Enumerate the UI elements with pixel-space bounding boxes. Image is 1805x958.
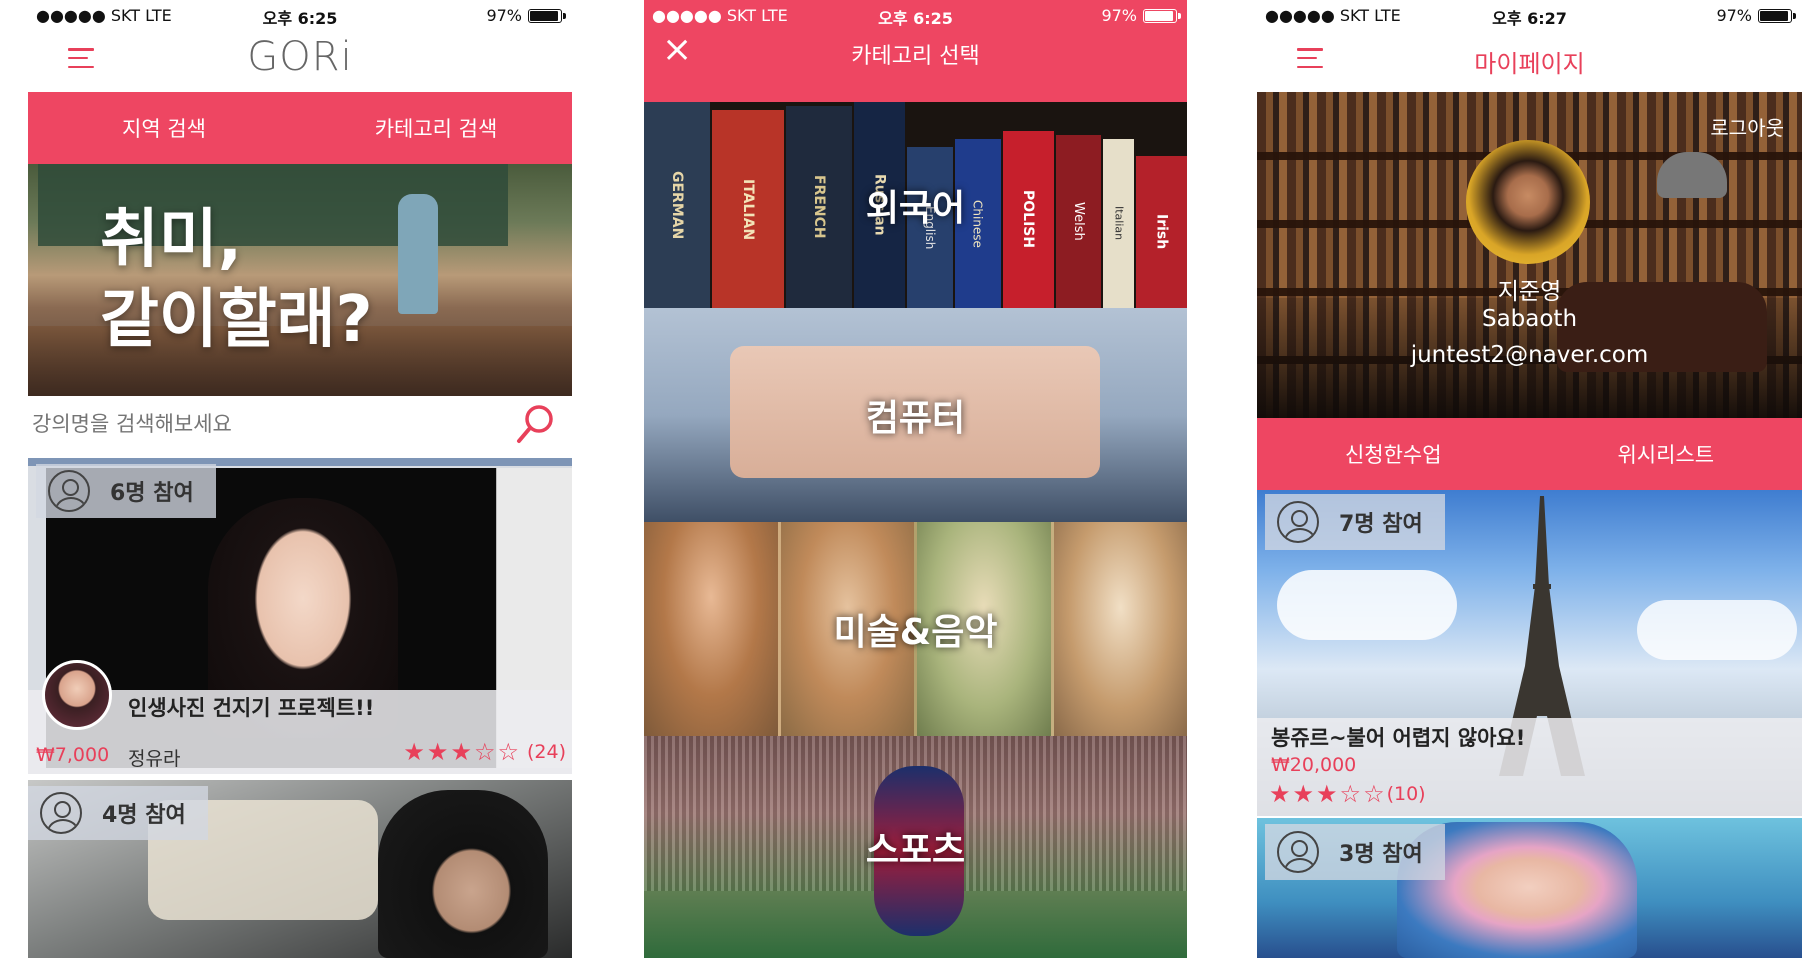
class-title: 봉쥬르~불어 어렵지 않아요! (1271, 726, 1526, 750)
tab-category-search[interactable]: 카테고리 검색 (300, 92, 572, 164)
category-sports[interactable]: 스포츠 (644, 736, 1187, 958)
user-icon (40, 792, 82, 834)
participants-badge: 4명 참여 (28, 786, 208, 840)
mypage-screen: ●●●●● SKT LTE 오후 6:27 97% 마이페이지 로그아웃 지준영… (1257, 0, 1802, 958)
class-card[interactable]: 7명 참여 봉쥬르~불어 어렵지 않아요! ₩20,000 ★★★☆☆ (10) (1257, 490, 1802, 816)
participants-count: 7명 참여 (1339, 512, 1423, 537)
class-card[interactable]: 6명 참여 인생사진 건지기 프로젝트!! ₩7,000 정유라 ★★★☆☆ (… (28, 458, 572, 774)
status-bar: ●●●●● SKT LTE 오후 6:27 97% (1257, 0, 1802, 30)
rating-stars: ★★★☆☆ (403, 738, 521, 766)
profile-nickname: Sabaoth (1481, 306, 1578, 332)
tab-region-search[interactable]: 지역 검색 (28, 92, 300, 164)
search-bar (28, 396, 572, 454)
category-foreign-language[interactable]: GERMAN ITALIAN FRENCH Russian English Ch… (644, 102, 1187, 308)
lamp-image (1657, 152, 1727, 198)
profile-avatar[interactable] (1466, 140, 1590, 264)
hero-line-1: 취미, (100, 203, 243, 277)
teacher-avatar[interactable] (42, 660, 112, 730)
category-label: 외국어 (865, 188, 966, 229)
class-info-panel: 인생사진 건지기 프로젝트!! ₩7,000 정유라 ★★★☆☆ (24) (28, 660, 572, 774)
battery-icon (528, 8, 566, 23)
status-bar: ●●●●● SKT LTE 오후 6:25 97% (28, 0, 572, 30)
profile-email: juntest2@naver.com (1410, 342, 1649, 368)
cloud-image (1277, 570, 1457, 640)
profile-header: 로그아웃 지준영 Sabaoth juntest2@naver.com (1257, 92, 1802, 418)
user-icon (1277, 501, 1319, 543)
rating-stars: ★★★☆☆ (1269, 780, 1387, 808)
category-label: 미술&음악 (833, 612, 998, 653)
home-screen: ●●●●● SKT LTE 오후 6:25 97% GORi 지역 검색 카테고… (28, 0, 572, 958)
participants-badge: 7명 참여 (1265, 494, 1445, 550)
battery-percent: 97% (1716, 6, 1752, 25)
participants-badge: 3명 참여 (1265, 824, 1445, 880)
battery-percent: 97% (486, 6, 522, 25)
battery-icon (1758, 8, 1796, 23)
cloud-image (1637, 600, 1797, 660)
user-icon (48, 470, 90, 512)
class-title: 인생사진 건지기 프로젝트!! (128, 696, 375, 720)
camera-operator (378, 790, 548, 958)
mypage-tabs: 신청한수업 위시리스트 (1257, 418, 1802, 490)
hero-banner: 취미, 같이할래? (28, 164, 572, 396)
review-count: (24) (526, 741, 566, 763)
class-price: ₩20,000 (1271, 754, 1357, 776)
search-mode-tabs: 지역 검색 카테고리 검색 (28, 92, 572, 164)
search-input[interactable] (32, 404, 502, 444)
app-logo: GORi (247, 34, 353, 80)
category-label: 컴퓨터 (865, 398, 966, 439)
participants-count: 4명 참여 (102, 803, 186, 828)
tab-wishlist[interactable]: 위시리스트 (1530, 418, 1803, 490)
status-bar: ●●●●● SKT LTE 오후 6:25 97% (644, 0, 1187, 30)
user-icon (1277, 831, 1319, 873)
page-title: 카테고리 선택 (851, 44, 980, 69)
class-price: ₩7,000 (36, 744, 110, 766)
category-computer[interactable]: 컴퓨터 (644, 308, 1187, 522)
class-info-panel: 봉쥬르~불어 어렵지 않아요! ₩20,000 ★★★☆☆ (10) (1257, 718, 1802, 816)
category-art-music[interactable]: 미술&음악 (644, 522, 1187, 736)
category-label: 스포츠 (865, 830, 966, 871)
class-card[interactable]: 3명 참여 (1257, 818, 1802, 958)
profile-name: 지준영 (1497, 279, 1562, 305)
battery-percent: 97% (1101, 6, 1137, 25)
participants-count: 6명 참여 (110, 481, 194, 506)
tab-enrolled-classes[interactable]: 신청한수업 (1257, 418, 1530, 490)
logout-button[interactable]: 로그아웃 (1710, 112, 1784, 141)
teacher-name: 정유라 (128, 748, 181, 770)
hero-line-2: 같이할래? (100, 283, 373, 357)
class-card[interactable]: 4명 참여 (28, 780, 572, 958)
participants-badge: 6명 참여 (36, 464, 216, 518)
battery-icon (1143, 8, 1181, 23)
search-icon[interactable] (514, 402, 558, 446)
category-screen: ●●●●● SKT LTE 오후 6:25 97% × 카테고리 선택 GERM… (644, 0, 1187, 958)
participants-count: 3명 참여 (1339, 842, 1423, 867)
review-count: (10) (1386, 783, 1426, 805)
page-title: 마이페이지 (1474, 50, 1585, 78)
